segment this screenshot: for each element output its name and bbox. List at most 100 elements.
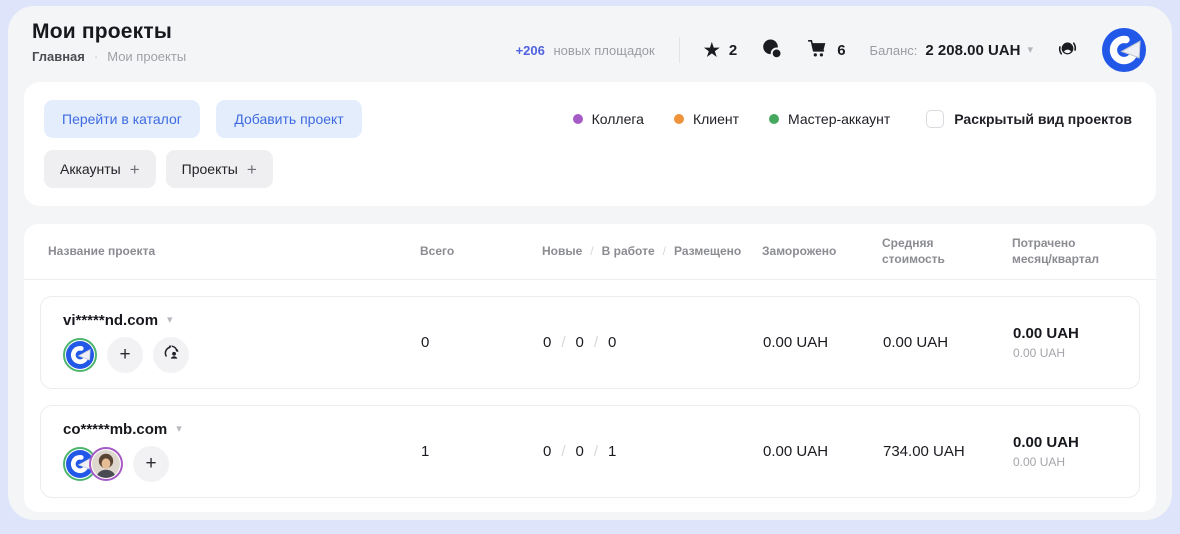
spent-line1: Потрачено	[1012, 236, 1132, 252]
avg-cost-line2: стоимость	[882, 252, 1012, 268]
value-separator: /	[594, 334, 598, 351]
balance-value: 2 208.00 UAH	[925, 42, 1020, 59]
column-header-avg-cost: Средняя стоимость	[882, 236, 1012, 267]
placed-count: 0	[608, 334, 616, 351]
master-account-dot-icon	[769, 114, 779, 124]
new-platforms-link[interactable]: +206 новых площадок	[516, 43, 655, 58]
accounts-label: Аккаунты	[60, 161, 121, 177]
chevron-down-icon: ▾	[1027, 45, 1033, 56]
main-container: Мои проекты Главная · Мои проекты +206 н…	[8, 6, 1172, 520]
client-dot-icon	[674, 114, 684, 124]
in-progress-count: 0	[576, 334, 584, 351]
header-divider	[679, 37, 680, 63]
chevron-down-icon: ▾	[176, 424, 182, 435]
app-logo[interactable]	[1102, 28, 1146, 72]
colleague-dot-icon	[573, 114, 583, 124]
chat-icon	[761, 38, 783, 63]
collaborator-logo-icon	[1102, 28, 1146, 72]
collaborator-logo-icon	[66, 341, 94, 369]
projects-table: Название проекта Всего Новые / В работе …	[24, 224, 1156, 512]
expanded-view-label: Раскрытый вид проектов	[954, 111, 1132, 127]
new-count: 0	[543, 334, 551, 351]
account-switch-icon	[1057, 38, 1078, 62]
projects-label: Проекты	[182, 161, 238, 177]
toolbar-buttons: Перейти в каталог Добавить проект	[44, 100, 374, 138]
legend-and-view-toggle: Коллега Клиент Мастер-аккаунт Раскрытый …	[573, 110, 1136, 128]
user-photo-icon	[92, 450, 120, 478]
new-platforms-label: новых площадок	[554, 43, 655, 58]
add-member-button[interactable]: +	[133, 446, 169, 482]
project-name-dropdown[interactable]: vi*****nd.com ▾	[63, 312, 173, 329]
header-separator: /	[590, 244, 593, 260]
project-row: co*****mb.com ▾	[40, 405, 1140, 498]
legend-item-colleague: Коллега	[573, 111, 644, 127]
spent-quarter: 0.00 UAH	[1013, 346, 1117, 360]
spent-line2: месяц/квартал	[1012, 252, 1132, 268]
legend-item-master-account: Мастер-аккаунт	[769, 111, 890, 127]
status-cell: 0 / 0 / 1	[543, 443, 763, 460]
avg-cost-cell: 734.00 UAH	[883, 443, 1013, 460]
legend-label: Мастер-аккаунт	[788, 111, 890, 127]
plus-icon: +	[130, 161, 140, 178]
column-header-in-progress: В работе	[602, 244, 655, 260]
favorites-count: 2	[729, 42, 737, 59]
spent-month: 0.00 UAH	[1013, 434, 1117, 451]
project-name: co*****mb.com	[63, 421, 167, 438]
project-avatars: +	[63, 446, 421, 482]
plus-icon: +	[247, 161, 257, 178]
breadcrumb-separator: ·	[94, 49, 98, 64]
project-avatars: +	[63, 337, 421, 373]
favorites-button[interactable]: ★ 2	[704, 41, 737, 59]
legend-label: Клиент	[693, 111, 739, 127]
breadcrumb: Главная · Мои проекты	[32, 49, 186, 64]
user-transfer-icon	[162, 343, 181, 368]
master-account-avatar[interactable]	[63, 338, 97, 372]
table-header-row: Название проекта Всего Новые / В работе …	[24, 224, 1156, 280]
new-count: 0	[543, 443, 551, 460]
legend-label: Коллега	[592, 111, 644, 127]
header-separator: /	[663, 244, 666, 260]
chevron-down-icon: ▾	[167, 315, 173, 326]
add-member-button[interactable]: +	[107, 337, 143, 373]
toolbar-bottom-row: Аккаунты + Проекты +	[44, 150, 1136, 188]
project-name: vi*****nd.com	[63, 312, 158, 329]
in-progress-count: 0	[576, 443, 584, 460]
toolbar-top-row: Перейти в каталог Добавить проект Коллег…	[44, 100, 1136, 138]
project-name-cell: co*****mb.com ▾	[63, 421, 421, 482]
breadcrumb-home[interactable]: Главная	[32, 49, 85, 64]
go-to-catalog-button[interactable]: Перейти в каталог	[44, 100, 200, 138]
placed-count: 1	[608, 443, 616, 460]
transfer-project-button[interactable]	[153, 337, 189, 373]
value-separator: /	[594, 443, 598, 460]
total-cell: 0	[421, 334, 543, 351]
chat-button[interactable]	[761, 38, 783, 63]
page-title: Мои проекты	[32, 20, 186, 44]
spent-cell: 0.00 UAH 0.00 UAH	[1013, 434, 1117, 469]
cart-button[interactable]: 6	[807, 38, 845, 63]
accounts-dropdown-button[interactable]: Аккаунты +	[44, 150, 156, 188]
expanded-view-checkbox[interactable]	[926, 110, 944, 128]
project-name-dropdown[interactable]: co*****mb.com ▾	[63, 421, 182, 438]
project-name-cell: vi*****nd.com ▾ +	[63, 312, 421, 373]
top-header: Мои проекты Главная · Мои проекты +206 н…	[8, 6, 1172, 80]
value-separator: /	[561, 443, 565, 460]
status-cell: 0 / 0 / 0	[543, 334, 763, 351]
balance-label: Баланс:	[870, 43, 918, 58]
add-project-button[interactable]: Добавить проект	[216, 100, 361, 138]
spent-month: 0.00 UAH	[1013, 325, 1117, 342]
projects-dropdown-button[interactable]: Проекты +	[166, 150, 273, 188]
column-header-spent: Потрачено месяц/квартал	[1012, 236, 1132, 267]
avg-cost-cell: 0.00 UAH	[883, 334, 1013, 351]
total-cell: 1	[421, 443, 543, 460]
column-header-status-group: Новые / В работе / Размещено	[542, 244, 762, 260]
column-header-frozen: Заморожено	[762, 244, 882, 260]
colleague-avatar[interactable]	[89, 447, 123, 481]
title-block: Мои проекты Главная · Мои проекты	[32, 20, 186, 64]
column-header-new: Новые	[542, 244, 582, 260]
account-switch-button[interactable]	[1057, 38, 1078, 62]
project-row: vi*****nd.com ▾ +	[40, 296, 1140, 389]
cart-icon	[807, 38, 828, 63]
legend-item-client: Клиент	[674, 111, 739, 127]
spent-quarter: 0.00 UAH	[1013, 455, 1117, 469]
balance-dropdown[interactable]: Баланс: 2 208.00 UAH ▾	[870, 42, 1033, 59]
